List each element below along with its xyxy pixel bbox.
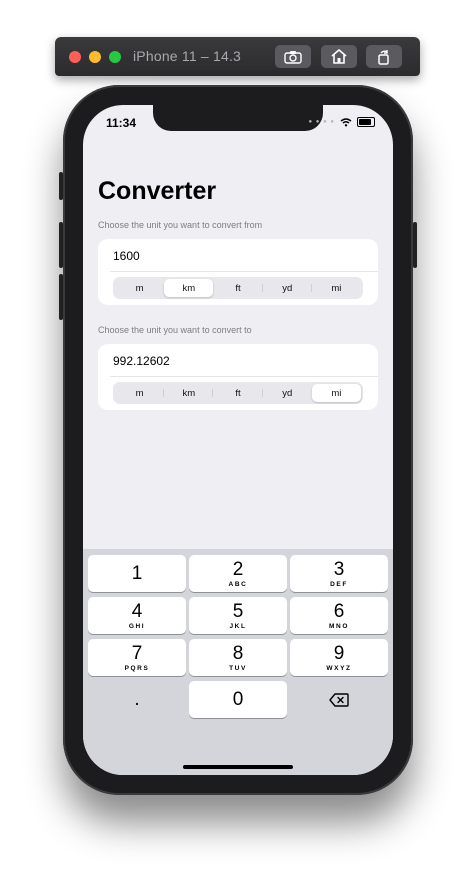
cellular-signal-icon: ● ● ● ● xyxy=(308,119,335,125)
to-card: 992.12602 m km ft yd mi xyxy=(98,344,378,410)
from-unit-label: Choose the unit you want to convert from xyxy=(98,220,263,230)
rotate-button[interactable] xyxy=(366,45,402,68)
camera-icon xyxy=(284,50,302,64)
power-button xyxy=(413,222,417,268)
key-letters: WXYZ xyxy=(326,664,352,672)
status-time: 11:34 xyxy=(106,116,137,130)
key-letters: ABC xyxy=(228,580,248,588)
key-3[interactable]: 3 DEF xyxy=(290,555,388,592)
key-4[interactable]: 4 GHI xyxy=(88,597,186,634)
key-6[interactable]: 6 MNO xyxy=(290,597,388,634)
home-button[interactable] xyxy=(321,45,357,68)
key-number: 3 xyxy=(333,558,345,580)
key-5[interactable]: 5 JKL xyxy=(189,597,287,634)
home-icon xyxy=(331,49,347,64)
key-number: 4 xyxy=(131,600,143,622)
key-number: 1 xyxy=(131,563,143,584)
status-indicators: ● ● ● ● xyxy=(308,117,375,127)
from-value-input[interactable]: 1600 xyxy=(113,249,140,263)
delete-key[interactable] xyxy=(290,681,388,718)
battery-icon xyxy=(357,117,375,127)
key-9[interactable]: 9 WXYZ xyxy=(290,639,388,676)
key-letters: JKL xyxy=(229,622,247,630)
notch xyxy=(153,105,323,131)
divider xyxy=(110,376,378,377)
divider xyxy=(110,271,378,272)
to-unit-m[interactable]: m xyxy=(115,384,165,402)
key-0[interactable]: 0 xyxy=(189,681,287,718)
key-number: 9 xyxy=(333,642,345,664)
key-number: 6 xyxy=(333,600,345,622)
from-unit-km[interactable]: km xyxy=(164,279,214,297)
zoom-window-button[interactable] xyxy=(109,51,121,63)
to-unit-km[interactable]: km xyxy=(164,384,214,402)
from-unit-picker: m km ft yd mi xyxy=(113,277,363,299)
wifi-icon xyxy=(340,117,352,126)
device-screen: 11:34 ● ● ● ● Converter Choose the unit … xyxy=(83,105,393,775)
key-1[interactable]: 1 xyxy=(88,555,186,592)
key-number: 5 xyxy=(232,600,244,622)
key-number: 7 xyxy=(131,642,143,664)
numeric-keypad: 1 2 ABC 3 DEF 4 GHI 5 JKL 6 MNO 7 PQRS 8… xyxy=(83,549,393,775)
key-number: 8 xyxy=(232,642,244,664)
window-title: iPhone 11 – 14.3 xyxy=(133,48,242,64)
key-letters: PQRS xyxy=(124,664,150,672)
key-letters: DEF xyxy=(330,580,348,588)
page-title: Converter xyxy=(98,177,217,205)
key-7[interactable]: 7 PQRS xyxy=(88,639,186,676)
minimize-window-button[interactable] xyxy=(89,51,101,63)
from-unit-ft[interactable]: ft xyxy=(213,279,263,297)
from-card: 1600 m km ft yd mi xyxy=(98,239,378,305)
to-value-field[interactable]: 992.12602 xyxy=(113,354,170,368)
to-unit-yd[interactable]: yd xyxy=(263,384,312,402)
to-unit-ft[interactable]: ft xyxy=(213,384,263,402)
from-unit-mi[interactable]: mi xyxy=(312,279,361,297)
key-8[interactable]: 8 TUV xyxy=(189,639,287,676)
from-unit-yd[interactable]: yd xyxy=(263,279,313,297)
key-number: 2 xyxy=(232,558,244,580)
key-letters: MNO xyxy=(329,622,349,630)
key-letters: TUV xyxy=(229,664,247,672)
home-indicator xyxy=(183,765,293,769)
key-decimal[interactable]: . xyxy=(88,681,186,718)
key-number: 0 xyxy=(232,689,244,710)
simulator-titlebar: iPhone 11 – 14.3 xyxy=(55,37,420,76)
screenshot-button[interactable] xyxy=(275,45,311,68)
to-unit-label: Choose the unit you want to convert to xyxy=(98,325,252,335)
rotate-icon xyxy=(378,49,389,65)
delete-backward-icon xyxy=(329,692,349,707)
from-unit-m[interactable]: m xyxy=(115,279,164,297)
key-2[interactable]: 2 ABC xyxy=(189,555,287,592)
to-unit-mi[interactable]: mi xyxy=(311,384,362,402)
close-window-button[interactable] xyxy=(69,51,81,63)
key-letters: GHI xyxy=(128,622,146,630)
to-unit-picker: m km ft yd mi xyxy=(113,382,363,404)
